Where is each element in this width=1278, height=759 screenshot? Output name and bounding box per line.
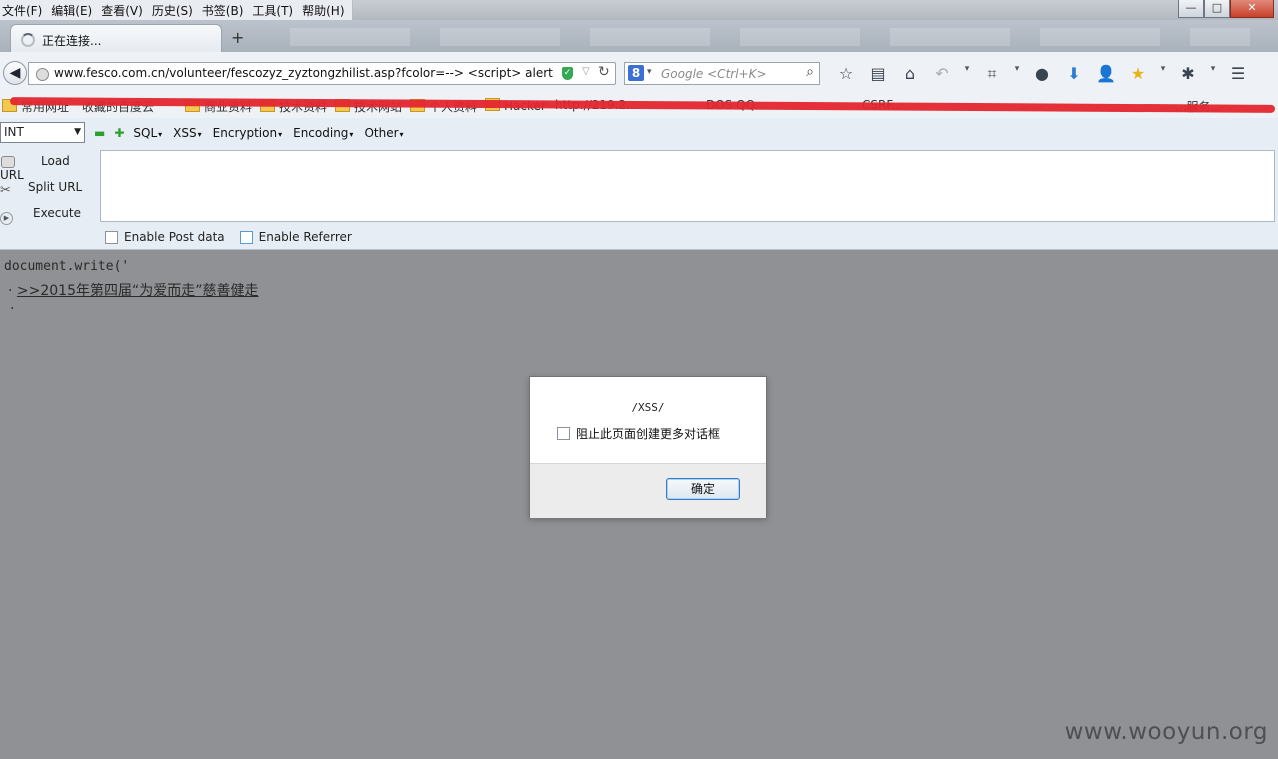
reading-list-icon[interactable]: ▤ (862, 64, 894, 84)
scissors-icon: ✂ (0, 183, 11, 198)
bug-dropdown-icon[interactable]: ▾ (1204, 64, 1222, 84)
search-input[interactable]: Google <Ctrl+K> (661, 67, 767, 81)
site-identity-icon[interactable] (36, 68, 49, 81)
menu-tools[interactable]: 工具(T) (250, 0, 300, 20)
minimize-button[interactable]: — (1178, 0, 1204, 18)
undo-icon[interactable]: ↶ (926, 64, 958, 84)
enable-referrer-option[interactable]: Enable Referrer (239, 230, 352, 244)
hackbar-xss-menu[interactable]: XSS (173, 126, 201, 140)
news-line: · >>2015年第四届“为爱而走”慈善健走 (8, 280, 259, 300)
news-link[interactable]: >>2015年第四届“为爱而走”慈善健走 (17, 283, 259, 299)
url-input[interactable]: www.fesco.com.cn/volunteer/fescozyz_zyzt… (54, 66, 554, 80)
chevron-down-icon: ▼ (74, 127, 81, 137)
menu-icon[interactable]: ☰ (1222, 64, 1254, 84)
search-engine-icon[interactable]: 8 (628, 65, 644, 81)
execute-button[interactable]: ▶ Execute (0, 206, 95, 225)
search-bar[interactable]: 8 ▾ Google <Ctrl+K> ⌕ (624, 62, 820, 85)
hackbar-other-menu[interactable]: Other (364, 126, 403, 140)
hackbar-encoding-menu[interactable]: Encoding (293, 126, 353, 140)
back-arrow-icon: ◀ (9, 65, 21, 81)
maximize-button[interactable]: □ (1204, 0, 1230, 18)
document-write-text: document.write(' (4, 259, 130, 274)
enable-post-checkbox[interactable] (105, 230, 118, 244)
prevent-dialogs-checkbox[interactable] (557, 427, 570, 440)
menu-history[interactable]: 历史(S) (150, 0, 200, 20)
menu-bookmarks[interactable]: 书签(B) (200, 0, 251, 20)
shield-check-icon[interactable]: ✓ (562, 67, 573, 80)
undo-dropdown-icon[interactable]: ▾ (958, 64, 976, 84)
bookmark-star-icon[interactable]: ☆ (830, 64, 862, 84)
home-icon[interactable]: ⌂ (894, 64, 926, 84)
hackbar-type-select[interactable]: INT ▼ (0, 122, 85, 143)
back-button[interactable]: ◀ (3, 61, 27, 85)
crop-icon[interactable]: ⌗ (976, 64, 1008, 84)
hackbar-encryption-menu[interactable]: Encryption (213, 126, 282, 140)
search-icon[interactable]: ⌕ (806, 64, 814, 80)
menu-edit[interactable]: 编辑(E) (49, 0, 99, 20)
close-button[interactable]: ✕ (1230, 0, 1274, 18)
menu-bar: 文件(F) 编辑(E) 查看(V) 历史(S) 书签(B) 工具(T) 帮助(H… (0, 0, 353, 21)
enable-referrer-checkbox[interactable] (239, 230, 253, 244)
url-dropdown-icon[interactable]: ▽ (582, 66, 590, 77)
toolbar-icons: ☆ ▤ ⌂ ↶ ▾ ⌗ ▾ ● ⬇ 👤 ★ ▾ ✱ ▾ ☰ (830, 64, 1254, 84)
menu-help[interactable]: 帮助(H) (300, 0, 351, 20)
alert-dialog: /XSS/ 阻止此页面创建更多对话框 确定 (529, 376, 767, 518)
menu-file[interactable]: 文件(F) (0, 0, 49, 20)
play-icon: ▶ (0, 212, 13, 225)
plus-icon[interactable]: ✚ (114, 126, 124, 140)
prevent-dialogs-option[interactable]: 阻止此页面创建更多对话框 (557, 425, 720, 442)
bullet: · (10, 301, 15, 317)
reload-icon[interactable]: ↻ (598, 64, 610, 80)
blurred-tabs (290, 28, 1250, 46)
navigation-toolbar: ◀ www.fesco.com.cn/volunteer/fescozyz_zy… (0, 52, 1278, 95)
enable-post-option[interactable]: Enable Post data (105, 230, 225, 244)
menu-view[interactable]: 查看(V) (99, 0, 150, 20)
favorites-dropdown-icon[interactable]: ▾ (1154, 64, 1172, 84)
prevent-dialogs-label: 阻止此页面创建更多对话框 (576, 427, 721, 441)
new-tab-button[interactable]: + (231, 28, 244, 47)
hackbar-options: Enable Post data Enable Referrer (105, 230, 367, 244)
dialog-footer: 确定 (530, 463, 766, 518)
ok-button[interactable]: 确定 (666, 478, 740, 500)
load-url-icon (1, 156, 15, 168)
download-icon[interactable]: ⬇ (1058, 64, 1090, 84)
url-bar[interactable]: www.fesco.com.cn/volunteer/fescozyz_zyzt… (28, 62, 616, 85)
hackbar-sql-menu[interactable]: SQL (133, 126, 162, 140)
minus-icon[interactable]: ▬ (94, 126, 105, 140)
alert-message: /XSS/ (631, 401, 665, 414)
bug-icon[interactable]: ✱ (1172, 64, 1204, 84)
tab-strip: 正在连接... + (0, 20, 1278, 52)
hackbar-menu: ▬ ✚ SQL XSS Encryption Encoding Other (94, 126, 415, 140)
tab-loading[interactable]: 正在连接... (10, 24, 222, 52)
bullet: · (8, 283, 13, 299)
load-url-button[interactable]: Load URL (0, 154, 95, 182)
watermark: www.wooyun.org (1064, 719, 1268, 745)
split-url-button[interactable]: ✂ Split URL (0, 180, 95, 198)
crop-dropdown-icon[interactable]: ▾ (1008, 64, 1026, 84)
window-controls: — □ ✕ (1178, 0, 1274, 18)
favorites-icon[interactable]: ★ (1122, 64, 1154, 84)
user-icon[interactable]: 👤 (1090, 64, 1122, 84)
loading-spinner-icon (21, 33, 35, 47)
chat-icon[interactable]: ● (1026, 64, 1058, 84)
hackbar-panel: INT ▼ ▬ ✚ SQL XSS Encryption Encoding Ot… (0, 118, 1278, 250)
hackbar-url-textarea[interactable] (100, 150, 1275, 222)
engine-dropdown-icon[interactable]: ▾ (647, 67, 652, 77)
tab-label: 正在连接... (42, 34, 102, 48)
